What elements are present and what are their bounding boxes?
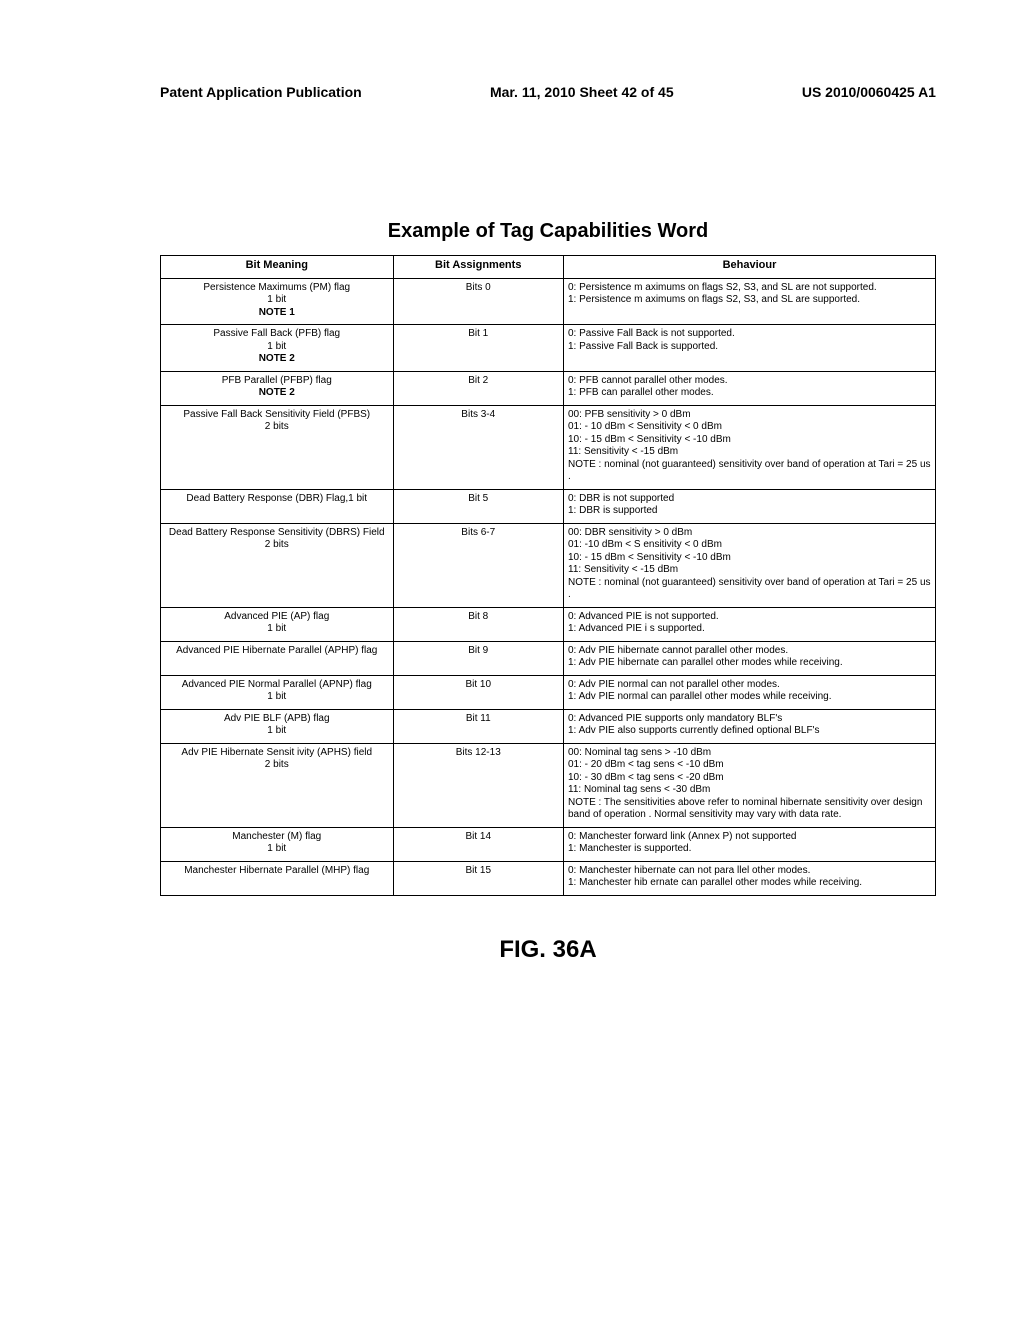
meaning-line: 2 bits: [165, 421, 389, 434]
cell-behaviour: 00: DBR sensitivity > 0 dBm01: -10 dBm <…: [564, 523, 936, 607]
table-row: Adv PIE BLF (APB) flag1 bitBit 11 0: Adv…: [161, 709, 936, 743]
cell-bit-assignments: Bits 0: [393, 278, 564, 325]
col-header-bit-meaning: Bit Meaning: [161, 256, 394, 279]
meaning-line: Adv PIE BLF (APB) flag: [165, 713, 389, 726]
header-pubnum: US 2010/0060425 A1: [802, 84, 936, 100]
page-header: Patent Application Publication Mar. 11, …: [160, 84, 936, 100]
header-left: Patent Application Publication: [160, 84, 362, 100]
table-row: Manchester (M) flag1 bitBit 140: Manches…: [161, 827, 936, 861]
cell-behaviour: 0: Persistence m aximums on flags S2, S3…: [564, 278, 936, 325]
cell-behaviour: 0: Adv PIE hibernate cannot parallel oth…: [564, 641, 936, 675]
cell-bit-assignments: Bit 9: [393, 641, 564, 675]
cell-bit-assignments: Bits 3-4: [393, 405, 564, 489]
meaning-line: 1 bit: [165, 843, 389, 856]
table-row: Dead Battery Response (DBR) Flag,1 bit Bi…: [161, 489, 936, 523]
cell-behaviour: 0: Advanced PIE supports only mandatory …: [564, 709, 936, 743]
meaning-line: Advanced PIE (AP) flag: [165, 611, 389, 624]
table-body: Persistence Maximums (PM) flag1 bitNOTE …: [161, 278, 936, 895]
cell-bit-meaning: Passive Fall Back Sensitivity Field (PFB…: [161, 405, 394, 489]
meaning-line: 1 bit: [165, 294, 389, 307]
cell-behaviour: 0: DBR is not supported1: DBR is support…: [564, 489, 936, 523]
cell-behaviour: 0: Advanced PIE is not supported.1: Adva…: [564, 607, 936, 641]
meaning-line: 1 bit: [165, 341, 389, 354]
cell-bit-meaning: Manchester Hibernate Parallel (MHP) flag: [161, 861, 394, 895]
cell-behaviour: 0: PFB cannot parallel other modes.1: PF…: [564, 371, 936, 405]
cell-bit-meaning: Dead Battery Response Sensitivity (DBRS)…: [161, 523, 394, 607]
meaning-line: 2 bits: [165, 759, 389, 772]
cell-behaviour: 0: Manchester forward link (Annex P) not…: [564, 827, 936, 861]
cell-behaviour: 0: Passive Fall Back is not supported.1:…: [564, 325, 936, 372]
table-row: Advanced PIE (AP) flag1 bitBit 80: Advan…: [161, 607, 936, 641]
cell-behaviour: 0: Adv PIE normal can not parallel other…: [564, 675, 936, 709]
note-label: NOTE 1: [165, 307, 389, 320]
cell-bit-meaning: Adv PIE Hibernate Sensit ivity (APHS) fi…: [161, 743, 394, 827]
page: Patent Application Publication Mar. 11, …: [0, 0, 1024, 1320]
capabilities-table: Bit Meaning Bit Assignments Behaviour Pe…: [160, 255, 936, 896]
meaning-line: Dead Battery Response Sensitivity (DBRS)…: [165, 527, 389, 540]
cell-bit-assignments: Bit 8: [393, 607, 564, 641]
table-row: Dead Battery Response Sensitivity (DBRS)…: [161, 523, 936, 607]
cell-bit-meaning: Adv PIE BLF (APB) flag1 bit: [161, 709, 394, 743]
meaning-line: Persistence Maximums (PM) flag: [165, 282, 389, 295]
col-header-behaviour: Behaviour: [564, 256, 936, 279]
note-label: NOTE 2: [165, 387, 389, 400]
meaning-line: Advanced PIE Hibernate Parallel (APHP) f…: [165, 645, 389, 658]
cell-bit-meaning: Advanced PIE (AP) flag1 bit: [161, 607, 394, 641]
cell-behaviour: 0: Manchester hibernate can not para lle…: [564, 861, 936, 895]
cell-bit-meaning: Passive Fall Back (PFB) flag1 bitNOTE 2: [161, 325, 394, 372]
cell-bit-assignments: Bits 12-13: [393, 743, 564, 827]
cell-bit-meaning: Manchester (M) flag1 bit: [161, 827, 394, 861]
meaning-line: Manchester (M) flag: [165, 831, 389, 844]
cell-bit-assignments: Bit 1: [393, 325, 564, 372]
meaning-line: 1 bit: [165, 725, 389, 738]
table-row: Advanced PIE Hibernate Parallel (APHP) f…: [161, 641, 936, 675]
meaning-line: 1 bit: [165, 623, 389, 636]
col-header-bit-assignments: Bit Assignments: [393, 256, 564, 279]
cell-behaviour: 00: PFB sensitivity > 0 dBm01: - 10 dBm …: [564, 405, 936, 489]
cell-bit-assignments: Bits 6-7: [393, 523, 564, 607]
cell-bit-assignments: Bit 11: [393, 709, 564, 743]
cell-bit-meaning: Dead Battery Response (DBR) Flag,1 bit: [161, 489, 394, 523]
cell-bit-assignments: Bit 14: [393, 827, 564, 861]
cell-bit-assignments: Bit 5: [393, 489, 564, 523]
table-row: Passive Fall Back Sensitivity Field (PFB…: [161, 405, 936, 489]
cell-bit-meaning: Advanced PIE Normal Parallel (APNP) flag…: [161, 675, 394, 709]
table-row: PFB Parallel (PFBP) flagNOTE 2Bit 20: PF…: [161, 371, 936, 405]
meaning-line: Passive Fall Back Sensitivity Field (PFB…: [165, 409, 389, 422]
cell-bit-assignments: Bit 10: [393, 675, 564, 709]
header-sheet: Mar. 11, 2010 Sheet 42 of 45: [490, 84, 674, 100]
meaning-line: Passive Fall Back (PFB) flag: [165, 328, 389, 341]
cell-bit-meaning: Persistence Maximums (PM) flag1 bitNOTE …: [161, 278, 394, 325]
table-row: Passive Fall Back (PFB) flag1 bitNOTE 2B…: [161, 325, 936, 372]
note-label: NOTE 2: [165, 353, 389, 366]
table-title: Example of Tag Capabilities Word: [160, 220, 936, 243]
meaning-line: Advanced PIE Normal Parallel (APNP) flag: [165, 679, 389, 692]
meaning-line: Adv PIE Hibernate Sensit ivity (APHS) fi…: [165, 747, 389, 760]
cell-behaviour: 00: Nominal tag sens > -10 dBm01: - 20 d…: [564, 743, 936, 827]
table-row: Manchester Hibernate Parallel (MHP) flag…: [161, 861, 936, 895]
table-row: Adv PIE Hibernate Sensit ivity (APHS) fi…: [161, 743, 936, 827]
cell-bit-meaning: PFB Parallel (PFBP) flagNOTE 2: [161, 371, 394, 405]
cell-bit-assignments: Bit 15: [393, 861, 564, 895]
figure-label: FIG. 36A: [160, 936, 936, 964]
meaning-line: Dead Battery Response (DBR) Flag,1 bit: [165, 493, 389, 506]
meaning-line: 2 bits: [165, 539, 389, 552]
table-row: Persistence Maximums (PM) flag1 bitNOTE …: [161, 278, 936, 325]
cell-bit-meaning: Advanced PIE Hibernate Parallel (APHP) f…: [161, 641, 394, 675]
meaning-line: 1 bit: [165, 691, 389, 704]
meaning-line: PFB Parallel (PFBP) flag: [165, 375, 389, 388]
table-header-row: Bit Meaning Bit Assignments Behaviour: [161, 256, 936, 279]
meaning-line: Manchester Hibernate Parallel (MHP) flag: [165, 865, 389, 878]
cell-bit-assignments: Bit 2: [393, 371, 564, 405]
table-row: Advanced PIE Normal Parallel (APNP) flag…: [161, 675, 936, 709]
